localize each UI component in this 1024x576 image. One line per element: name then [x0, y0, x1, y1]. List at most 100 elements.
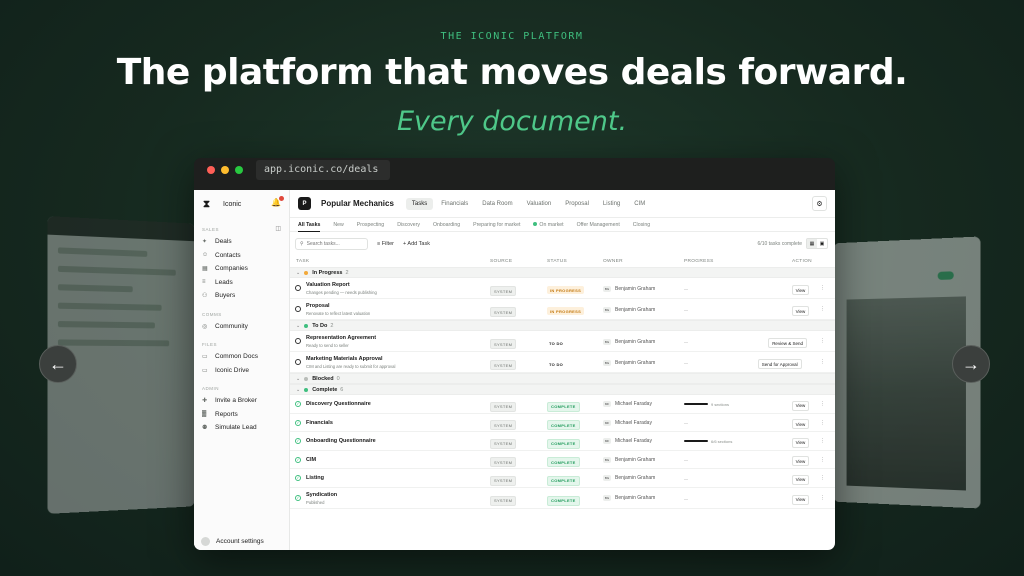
tab-valuation[interactable]: Valuation: [521, 198, 558, 210]
filter-button[interactable]: ≡ Filter: [377, 241, 394, 247]
stage-tab-discovery[interactable]: Discovery: [397, 218, 420, 232]
tab-data-room[interactable]: Data Room: [476, 198, 518, 210]
more-options-icon[interactable]: ⋮: [820, 306, 825, 312]
table-row[interactable]: ✓ Financials SYSTEM COMPLETE MF Michael Farad…: [290, 414, 835, 432]
check-circle-icon[interactable]: ✓: [295, 438, 301, 444]
more-options-icon[interactable]: ⋮: [820, 338, 825, 344]
tab-tasks[interactable]: Tasks: [405, 197, 434, 210]
chevron-down-icon[interactable]: ⌄: [296, 376, 300, 382]
stage-tab-closing[interactable]: Closing: [633, 218, 650, 232]
circle-icon[interactable]: [295, 359, 301, 365]
action-button[interactable]: View: [791, 285, 810, 295]
sidebar-item-simulate-lead[interactable]: ⚉ Simulate Lead: [194, 421, 289, 435]
check-circle-icon[interactable]: ✓: [295, 456, 301, 463]
sidebar-item-invite-a-broker[interactable]: ✚ Invite a Broker: [194, 394, 289, 408]
stage-tab-all-tasks[interactable]: All Tasks: [298, 218, 321, 232]
table-row[interactable]: Proposal Renovate to reflect latest valua…: [290, 299, 835, 320]
stage-tab-onboarding[interactable]: Onboarding: [433, 218, 460, 232]
sidebar-item-leads[interactable]: ≡ Leads: [194, 276, 289, 290]
more-options-icon[interactable]: ⋮: [820, 457, 825, 463]
header-action: ACTION: [792, 259, 812, 264]
tab-listing[interactable]: Listing: [597, 198, 626, 210]
more-options-icon[interactable]: ⋮: [820, 438, 825, 444]
status-badge: COMPLETE: [547, 420, 580, 430]
action-button[interactable]: Send for Approval: [757, 359, 802, 369]
stage-tab-preparing-for-market[interactable]: Preparing for market: [473, 218, 520, 232]
add-task-button[interactable]: + Add Task: [403, 241, 430, 247]
account-settings-button[interactable]: Account settings: [201, 537, 264, 546]
action-button[interactable]: View: [791, 306, 810, 316]
sidebar-item-common-docs[interactable]: ▭ Common Docs: [194, 350, 289, 364]
more-options-icon[interactable]: ⋮: [820, 285, 825, 291]
tab-financials[interactable]: Financials: [435, 198, 474, 210]
action-button[interactable]: Review & Send: [768, 338, 807, 348]
grid-view-icon[interactable]: ▣: [817, 239, 827, 248]
action-button[interactable]: View: [791, 437, 810, 448]
circle-icon[interactable]: [295, 306, 301, 312]
table-row[interactable]: Marketing Materials Approval CIM and List…: [290, 352, 835, 373]
more-options-icon[interactable]: ⋮: [820, 401, 825, 407]
owner-name: Benjamin Graham: [615, 456, 656, 463]
sidebar-item-companies[interactable]: ▦ Companies: [194, 262, 289, 276]
more-options-icon[interactable]: ⋮: [820, 420, 825, 426]
table-row[interactable]: ✓ Listing SYSTEM COMPLETE BG Benjamin Graham —…: [290, 469, 835, 488]
tab-proposal[interactable]: Proposal: [559, 198, 595, 210]
table-row[interactable]: Valuation Report Changes pending — needs …: [290, 278, 835, 299]
table-row[interactable]: Representation Agreement Ready to send to…: [290, 331, 835, 352]
source-badge: SYSTEM: [490, 438, 517, 449]
action-button[interactable]: View: [791, 474, 810, 485]
view-toggle[interactable]: ▦ ▣: [806, 238, 828, 249]
table-row[interactable]: ✓ CIM SYSTEM COMPLETE BG Benjamin Graham — View…: [290, 451, 835, 469]
more-options-icon[interactable]: ⋮: [820, 359, 825, 365]
stage-tab-on-market[interactable]: On market: [533, 218, 564, 232]
sidebar-item-buyers[interactable]: ⚇ Buyers: [194, 289, 289, 303]
sidebar-item-reports[interactable]: ▓ Reports: [194, 408, 289, 422]
chevron-down-icon[interactable]: ⌄: [296, 387, 300, 393]
task-name: Onboarding Questionnaire: [306, 438, 376, 444]
check-circle-icon[interactable]: ✓: [295, 419, 301, 426]
task-owner: MF Michael Faraday: [603, 419, 652, 426]
group-header-blocked[interactable]: ⌄ Blocked 0: [290, 373, 835, 384]
minimize-window-button[interactable]: [221, 166, 229, 174]
settings-button[interactable]: ⚙: [812, 196, 827, 211]
previous-slide-button[interactable]: ←: [39, 345, 77, 383]
maximize-window-button[interactable]: [235, 166, 243, 174]
sidebar-collapse-icon[interactable]: ◫: [275, 225, 281, 232]
group-header-complete[interactable]: ⌄ Complete 6: [290, 384, 835, 395]
next-slide-button[interactable]: →: [952, 345, 990, 383]
close-window-button[interactable]: [207, 166, 215, 174]
list-view-icon[interactable]: ▦: [807, 239, 817, 248]
owner-avatar: BG: [603, 495, 611, 501]
group-header-to-do[interactable]: ⌄ To Do 2: [290, 320, 835, 331]
table-row[interactable]: ✓ Discovery Questionnaire SYSTEM COMPLETE MF…: [290, 395, 835, 414]
sidebar-item-deals[interactable]: ✦ Deals: [194, 235, 289, 249]
sidebar-item-contacts[interactable]: ☺ Contacts: [194, 249, 289, 263]
action-button[interactable]: View: [791, 456, 810, 466]
tab-cim[interactable]: CIM: [628, 198, 651, 210]
stage-tab-prospecting[interactable]: Prospecting: [357, 218, 384, 232]
search-box[interactable]: ⚲: [295, 238, 368, 250]
circle-icon[interactable]: [295, 285, 301, 291]
sidebar-item-community[interactable]: ◎ Community: [194, 320, 289, 334]
check-circle-icon[interactable]: ✓: [295, 494, 301, 501]
more-options-icon[interactable]: ⋮: [820, 475, 825, 481]
more-options-icon[interactable]: ⋮: [820, 495, 825, 501]
sidebar-item-iconic-drive[interactable]: ▭ Iconic Drive: [194, 364, 289, 378]
chevron-down-icon[interactable]: ⌄: [296, 270, 300, 276]
stage-tab-offer-management[interactable]: Offer Management: [577, 218, 620, 232]
chevron-down-icon[interactable]: ⌄: [296, 323, 300, 329]
check-circle-icon[interactable]: ✓: [295, 401, 301, 407]
task-owner: BG Benjamin Graham: [603, 285, 655, 292]
check-circle-icon[interactable]: ✓: [295, 475, 301, 481]
table-row[interactable]: ✓ Onboarding Questionnaire SYSTEM COMPLETE M…: [290, 432, 835, 451]
stage-tab-new[interactable]: New: [333, 218, 343, 232]
group-header-in-progress[interactable]: ⌄ In Progress 2: [290, 267, 835, 278]
action-button[interactable]: View: [791, 419, 810, 429]
url-bar[interactable]: app.iconic.co/deals: [256, 160, 390, 180]
action-button[interactable]: View: [791, 494, 810, 505]
circle-icon[interactable]: [295, 338, 301, 344]
app-container: ⧗ Iconic 🔔 ◫ SALES ✦ Deals ☺ Contacts ▦ Compan…: [194, 190, 835, 550]
search-input[interactable]: [306, 241, 362, 247]
table-row[interactable]: ✓ Syndication Published SYSTEM COMPLETE BG Ben…: [290, 488, 835, 509]
action-button[interactable]: View: [791, 400, 810, 411]
